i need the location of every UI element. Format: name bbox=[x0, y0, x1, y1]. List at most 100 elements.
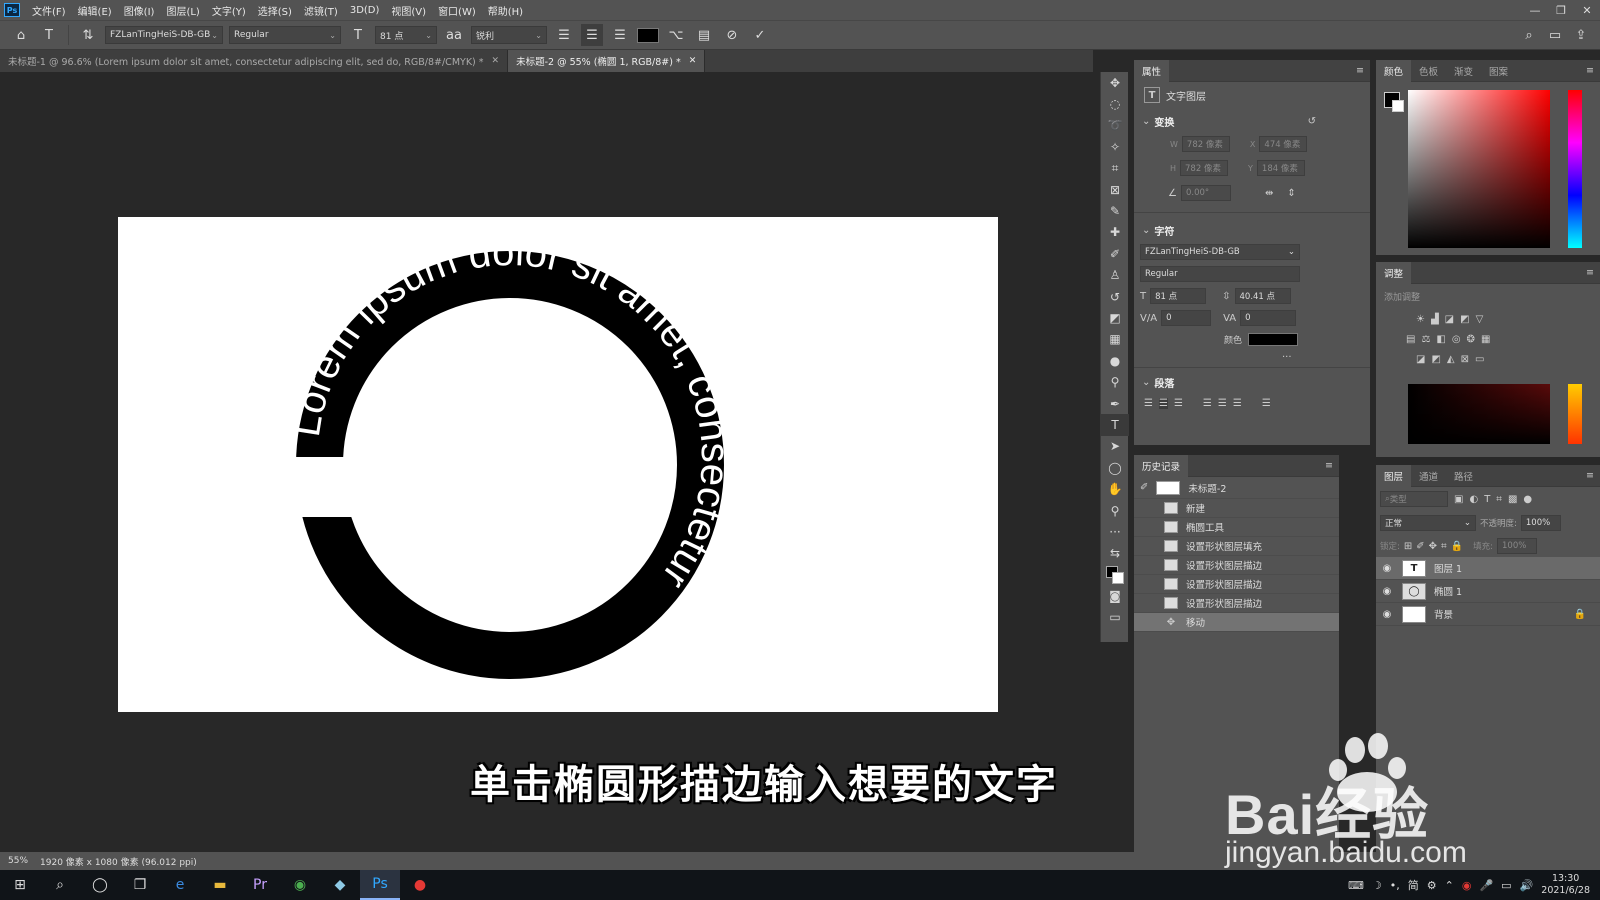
hue-slider[interactable] bbox=[1568, 90, 1582, 248]
menu-layer[interactable]: 图层(L) bbox=[160, 3, 205, 18]
screen-mode-icon[interactable]: ▭ bbox=[1101, 607, 1129, 628]
layer-row[interactable]: ◉ T 图层 1 bbox=[1376, 557, 1600, 580]
visibility-eye-icon[interactable]: ◉ bbox=[1376, 563, 1398, 574]
history-snapshot[interactable]: ✐ 未标题-2 bbox=[1134, 477, 1339, 499]
document-canvas[interactable]: Lorem ipsum dolor sit amet, consectetur bbox=[118, 217, 998, 712]
color-field[interactable] bbox=[1408, 90, 1550, 248]
blend-mode-select[interactable]: 正常 ⌄ bbox=[1380, 515, 1476, 531]
windows-start-icon[interactable]: ⊞ bbox=[0, 870, 40, 900]
black-white-icon[interactable]: ◧ bbox=[1436, 334, 1445, 345]
tab-patterns[interactable]: 图案 bbox=[1481, 60, 1516, 82]
close-icon[interactable]: ✕ bbox=[492, 56, 500, 66]
layer-row[interactable]: ◉ ◯ 椭圆 1 bbox=[1376, 580, 1600, 603]
chrome-icon[interactable]: ◉ bbox=[280, 870, 320, 900]
photo-filter-icon[interactable]: ◎ bbox=[1452, 334, 1461, 345]
healing-brush-tool-icon[interactable]: ✚ bbox=[1101, 222, 1129, 243]
char-leading-field[interactable]: 40.41 点 bbox=[1234, 288, 1291, 304]
tab-properties[interactable]: 属性 bbox=[1134, 59, 1170, 82]
collapse-icon[interactable]: ⌄ bbox=[1134, 225, 1150, 236]
volume-icon[interactable]: 🔊 bbox=[1520, 879, 1534, 892]
char-kerning-field[interactable]: 0 bbox=[1161, 310, 1212, 326]
menu-3d[interactable]: 3D(D) bbox=[344, 5, 386, 16]
hue-saturation-icon[interactable]: ▤ bbox=[1406, 334, 1415, 345]
reset-icon[interactable]: ↺ bbox=[1308, 116, 1370, 127]
fill-field[interactable]: 100% bbox=[1497, 538, 1538, 554]
ime-mode[interactable]: 简 bbox=[1408, 877, 1419, 893]
angle-field[interactable]: 0.00° bbox=[1180, 185, 1231, 201]
eyedropper-tool-icon[interactable]: ✎ bbox=[1101, 200, 1129, 221]
curves-icon[interactable]: ◪ bbox=[1445, 314, 1454, 325]
canvas-area[interactable]: Lorem ipsum dolor sit amet, consectetur bbox=[0, 72, 1093, 852]
menu-type[interactable]: 文字(Y) bbox=[206, 3, 252, 18]
history-item[interactable]: 椭圆工具 bbox=[1134, 518, 1339, 537]
tab-adjustments[interactable]: 调整 bbox=[1376, 261, 1412, 284]
swap-colors-icon[interactable]: ⇆ bbox=[1101, 543, 1129, 564]
y-field[interactable]: 184 像素 bbox=[1256, 160, 1305, 176]
menu-file[interactable]: 文件(F) bbox=[26, 3, 72, 18]
network-icon[interactable]: ▭ bbox=[1501, 879, 1511, 892]
para-align-left-icon[interactable]: ☰ bbox=[1144, 398, 1153, 409]
moon-icon[interactable]: ☽ bbox=[1372, 879, 1382, 892]
justify-left-icon[interactable]: ☰ bbox=[1203, 398, 1212, 409]
search-icon[interactable]: ⌕ bbox=[40, 870, 80, 900]
eraser-tool-icon[interactable]: ◩ bbox=[1101, 307, 1129, 328]
history-item[interactable]: 设置形状图层描边 bbox=[1134, 556, 1339, 575]
lock-all-icon[interactable]: 🔒 bbox=[1451, 541, 1463, 552]
color-lookup-icon[interactable]: ▦ bbox=[1481, 334, 1490, 345]
menu-view[interactable]: 视图(V) bbox=[385, 3, 432, 18]
char-font-family-select[interactable]: FZLanTingHeiS-DB-GB ⌄ bbox=[1140, 244, 1300, 260]
ellipse-tool-icon[interactable]: ◯ bbox=[1101, 457, 1129, 478]
tab-gradients[interactable]: 渐变 bbox=[1446, 60, 1481, 82]
close-icon[interactable]: ✕ bbox=[689, 56, 697, 66]
move-tool-icon[interactable]: ✥ bbox=[1101, 72, 1129, 93]
char-tracking-field[interactable]: 0 bbox=[1240, 310, 1297, 326]
history-item[interactable]: 新建 bbox=[1134, 499, 1339, 518]
color-balance-icon[interactable]: ⚖ bbox=[1421, 334, 1430, 345]
microphone-icon[interactable]: 🎤 bbox=[1479, 879, 1493, 892]
justify-all-icon[interactable]: ☰ bbox=[1262, 398, 1271, 409]
layer-filter-select[interactable]: ⌕ 类型 bbox=[1380, 491, 1448, 507]
edge-icon[interactable]: e bbox=[160, 870, 200, 900]
filter-shape-icon[interactable]: ⌗ bbox=[1496, 494, 1502, 505]
file-explorer-icon[interactable]: ▬ bbox=[200, 870, 240, 900]
char-color-swatch[interactable] bbox=[1248, 332, 1299, 346]
lock-pixels-icon[interactable]: ✐ bbox=[1416, 541, 1424, 552]
premiere-icon[interactable]: Pr bbox=[240, 870, 280, 900]
circle-text-artwork[interactable]: Lorem ipsum dolor sit amet, consectetur bbox=[118, 217, 998, 712]
more-options-icon[interactable]: ··· bbox=[1282, 352, 1292, 363]
brightness-icon[interactable]: ☀ bbox=[1416, 314, 1425, 325]
panel-menu-icon[interactable]: ≡ bbox=[1325, 460, 1339, 471]
gradient-map-icon[interactable]: ▭ bbox=[1475, 354, 1484, 365]
menu-image[interactable]: 图像(I) bbox=[118, 3, 161, 18]
threshold-icon[interactable]: ◭ bbox=[1447, 354, 1455, 365]
ime-punct-icon[interactable]: •, bbox=[1390, 879, 1400, 892]
posterize-icon[interactable]: ◩ bbox=[1431, 354, 1440, 365]
keyboard-icon[interactable]: ⌨ bbox=[1348, 879, 1364, 892]
align-center-icon[interactable]: ☰ bbox=[581, 24, 603, 46]
cancel-icon[interactable]: ⊘ bbox=[721, 24, 743, 46]
menu-edit[interactable]: 编辑(E) bbox=[72, 3, 118, 18]
filter-type-icon[interactable]: T bbox=[1484, 494, 1490, 505]
share-icon[interactable]: ⇪ bbox=[1570, 24, 1592, 46]
height-field[interactable]: 782 像素 bbox=[1180, 160, 1229, 176]
flip-vertical-icon[interactable]: ⇕ bbox=[1287, 188, 1295, 199]
exposure-icon[interactable]: ◩ bbox=[1460, 314, 1469, 325]
type-tool-preset-icon[interactable]: T bbox=[38, 24, 60, 46]
tab-color[interactable]: 颜色 bbox=[1376, 59, 1412, 82]
app-icon[interactable]: ◆ bbox=[320, 870, 360, 900]
history-item[interactable]: ✥ 移动 bbox=[1134, 613, 1339, 632]
character-panel-icon[interactable]: ▤ bbox=[693, 24, 715, 46]
frame-tool-icon[interactable]: ⊠ bbox=[1101, 179, 1129, 200]
text-orientation-icon[interactable]: ⇅ bbox=[77, 24, 99, 46]
lock-position-icon[interactable]: ✥ bbox=[1429, 541, 1437, 552]
panel-menu-icon[interactable]: ≡ bbox=[1586, 267, 1600, 278]
layer-row[interactable]: ◉ 背景 🔒 bbox=[1376, 603, 1600, 626]
tab-swatches[interactable]: 色板 bbox=[1411, 60, 1446, 82]
font-style-select[interactable]: Regular ⌄ bbox=[229, 26, 341, 44]
x-field[interactable]: 474 像素 bbox=[1259, 136, 1308, 152]
panel-menu-icon[interactable]: ≡ bbox=[1586, 65, 1600, 76]
filter-toggle-icon[interactable]: ● bbox=[1523, 494, 1532, 505]
menu-help[interactable]: 帮助(H) bbox=[482, 3, 529, 18]
restore-button[interactable]: ❐ bbox=[1548, 4, 1574, 17]
chevron-up-icon[interactable]: ⌃ bbox=[1445, 879, 1454, 892]
